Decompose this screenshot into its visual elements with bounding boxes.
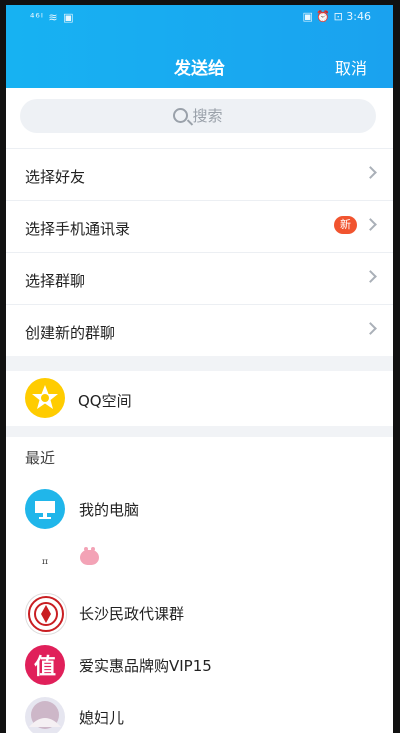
computer-avatar-icon	[25, 489, 65, 529]
new-badge: 新	[334, 216, 357, 234]
chevron-right-icon	[364, 322, 377, 335]
recent-item-label: 长沙民政代课群	[79, 605, 185, 623]
qzone-star-icon	[25, 378, 65, 418]
chevron-right-icon	[364, 270, 377, 283]
recent-item-label: 爱实惠品牌购VIP15	[79, 657, 212, 675]
create-group-chat-item[interactable]: 创建新的群聊	[6, 304, 393, 357]
select-friends-item[interactable]: 选择好友	[6, 148, 393, 201]
vip-shop-avatar: 值	[25, 645, 65, 685]
section-divider	[6, 356, 393, 371]
pig-chat-avatar: ɪɪ	[25, 541, 65, 581]
chevron-right-icon	[364, 166, 377, 179]
cancel-button[interactable]: 取消	[335, 60, 367, 78]
recent-item-wife[interactable]: 媳妇儿	[6, 691, 393, 733]
status-right: ▣ ⏰ ⊡ 3:46	[302, 10, 372, 23]
search-input[interactable]: 搜索	[20, 99, 376, 133]
recent-item-vip-shop[interactable]: 值 爱实惠品牌购VIP15	[6, 639, 393, 691]
select-friends-label: 选择好友	[25, 168, 86, 186]
content: 搜索 选择好友 选择手机通讯录 新 选择群聊 创建新的群聊 QQ空间 最近 我的…	[6, 88, 393, 733]
search-icon	[173, 108, 189, 123]
select-contacts-item[interactable]: 选择手机通讯录 新	[6, 200, 393, 253]
school-seal-avatar	[25, 593, 67, 635]
select-contacts-label: 选择手机通讯录	[25, 220, 131, 238]
status-bar: ⁴⁶ᴵ ≋ ▣ ▣ ⏰ ⊡ 3:46	[6, 5, 393, 27]
select-group-chat-label: 选择群聊	[25, 272, 86, 290]
chevron-right-icon	[364, 218, 377, 231]
create-group-chat-label: 创建新的群聊	[25, 324, 116, 342]
pig-emoji-icon	[80, 547, 99, 565]
qzone-label: QQ空间	[78, 392, 132, 410]
recent-item-my-computer[interactable]: 我的电脑	[6, 483, 393, 535]
qzone-item[interactable]: QQ空间	[6, 371, 393, 426]
status-left: ⁴⁶ᴵ ≋ ▣	[30, 11, 75, 24]
recent-item-label: 媳妇儿	[79, 709, 125, 727]
recent-title: 最近	[25, 449, 56, 467]
recent-item-changsha-group[interactable]: 长沙民政代课群	[6, 587, 393, 639]
search-area: 搜索	[6, 88, 393, 148]
select-group-chat-item[interactable]: 选择群聊	[6, 252, 393, 305]
wife-avatar	[25, 697, 65, 733]
search-placeholder: 搜索	[192, 107, 223, 125]
top-bar: ⁴⁶ᴵ ≋ ▣ ▣ ⏰ ⊡ 3:46 发送给 取消	[6, 5, 393, 88]
phone-screen: ⁴⁶ᴵ ≋ ▣ ▣ ⏰ ⊡ 3:46 发送给 取消 搜索 选择好友 选择手机通讯…	[6, 5, 393, 733]
section-divider	[6, 426, 393, 437]
recent-item-pig[interactable]: ɪɪ	[6, 535, 393, 587]
recent-item-label: 我的电脑	[79, 501, 140, 519]
